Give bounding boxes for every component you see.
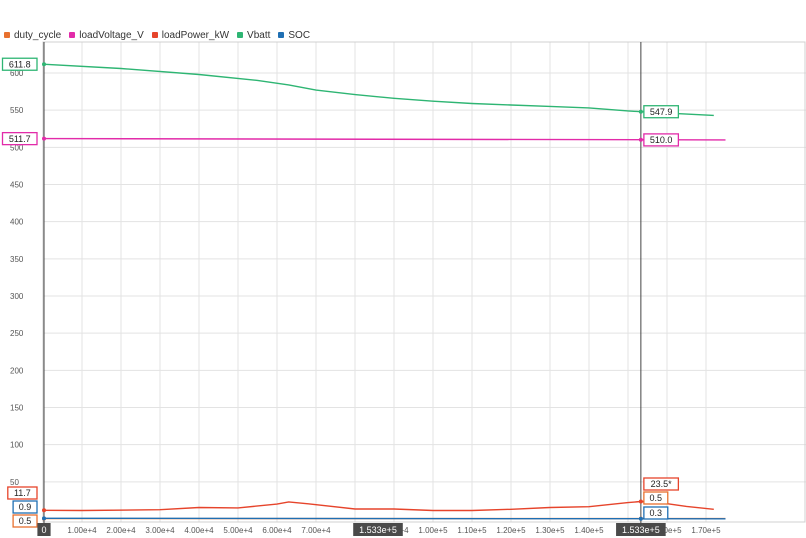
y-tick-label: 400: [10, 218, 24, 227]
x-tick-label: 2.00e+4: [106, 526, 136, 535]
cursor-marker-loadPower_kW: [638, 499, 643, 504]
start-value-loadPower_kW: 11.7: [7, 486, 38, 500]
value-label-text: 0.5: [19, 516, 32, 526]
cursor-x-text: 0: [41, 525, 46, 535]
value-label-text: 511.7: [9, 134, 31, 144]
series-lines: [42, 63, 726, 520]
start-value-SOC: 0.9: [12, 500, 38, 514]
legend-swatch: [69, 32, 76, 38]
value-label-text: 547.9: [650, 107, 673, 117]
y-axis-ticks: 50100150200250300350400450500550600: [10, 69, 24, 487]
series-line-loadVoltage_V: [42, 137, 726, 141]
cursor-marker-loadVoltage_V: [638, 137, 643, 142]
x-axis-ticks: 0 1.00e+4 2.00e+4 3.00e+4 4.00e+4 5.00e+4 6.00…: [37, 523, 721, 536]
legend-swatch: [278, 32, 285, 38]
x-tick-label: 7.00e+4: [301, 526, 331, 535]
y-tick-label: 350: [10, 255, 24, 264]
x-tick-label: 1.30e+5: [535, 526, 565, 535]
legend-item-duty_cycle[interactable]: duty_cycle: [4, 28, 61, 42]
y-tick-label: 300: [10, 292, 24, 301]
x-tick-label: 1.70e+5: [691, 526, 721, 535]
legend-label: Vbatt: [247, 29, 271, 41]
y-tick-label: 200: [10, 366, 24, 375]
chart-plot[interactable]: 50100150200250300350400450500550600 0.50…: [0, 0, 806, 538]
value-label-text: 0.5: [650, 493, 663, 503]
cursor-x-badge-main[interactable]: 1.533e+5: [616, 523, 666, 536]
legend-item-Vbatt[interactable]: Vbatt: [237, 28, 270, 42]
series-line-Vbatt: [42, 63, 714, 117]
legend-swatch: [237, 32, 244, 38]
cursor-x-text: 1.533e+5: [622, 525, 660, 535]
y-tick-label: 150: [10, 404, 24, 413]
start-marker-loadVoltage_V: [42, 136, 46, 141]
start-marker-Vbatt: [42, 62, 46, 67]
legend-item-loadPower_kW[interactable]: loadPower_kW: [151, 28, 230, 42]
value-labels: 0.5 0.5 511.7 510.0 11.7 23.5* 611.8 547.9 0.9 0.…: [1, 57, 680, 528]
legend-label: loadVoltage_V: [79, 29, 144, 41]
x-tick-label: 3.00e+4: [145, 526, 175, 535]
x-tick-label: 1.10e+5: [457, 526, 487, 535]
start-value-loadVoltage_V: 511.7: [1, 131, 38, 146]
legend-swatch: [151, 32, 158, 38]
legend-item-loadVoltage_V[interactable]: loadVoltage_V: [69, 28, 144, 42]
start-value-duty_cycle: 0.5: [12, 514, 38, 528]
x-tick-label: 1.40e+5: [574, 526, 604, 535]
x-tick-label: 1.00e+5: [418, 526, 448, 535]
series-line-loadPower_kW: [42, 500, 714, 512]
legend: duty_cycle loadVoltage_V loadPower_kW Vbatt…: [0, 28, 314, 42]
start-marker-loadPower_kW: [42, 508, 46, 513]
start-value-Vbatt: 611.8: [1, 57, 38, 71]
legend-item-SOC[interactable]: SOC: [278, 28, 310, 42]
y-tick-label: 450: [10, 181, 24, 190]
value-label-text: 510.0: [650, 135, 673, 145]
cursor-marker-SOC: [638, 516, 643, 521]
legend-label: SOC: [288, 29, 311, 41]
y-tick-label: 50: [10, 478, 19, 487]
x-tick-label: 6.00e+4: [262, 526, 292, 535]
x-tick-label: 5.00e+4: [223, 526, 253, 535]
y-tick-label: 250: [10, 329, 24, 338]
value-label-text: 0.9: [19, 502, 32, 512]
cursor-value-Vbatt: 547.9: [643, 105, 680, 119]
value-label-text: 23.5*: [651, 479, 673, 489]
value-label-text: 611.8: [9, 59, 31, 69]
cursor-value-loadPower_kW: 23.5*: [643, 477, 680, 491]
value-label-text: 11.7: [14, 488, 31, 498]
series-line-SOC: [42, 517, 726, 520]
start-marker-SOC: [42, 516, 46, 521]
y-tick-label: 100: [10, 441, 24, 450]
y-tick-label: 550: [10, 106, 24, 115]
legend-swatch: [4, 32, 10, 38]
x-tick-label: 1.00e+4: [67, 526, 97, 535]
cursor-marker-Vbatt: [638, 109, 643, 114]
value-label-text: 0.3: [650, 508, 663, 518]
x-tick-label: 1.20e+5: [496, 526, 526, 535]
cursor-x-badge-drag[interactable]: 1.533e+5: [353, 523, 403, 536]
data-cursors[interactable]: [43, 42, 642, 532]
cursor-value-SOC: 0.3: [643, 506, 669, 520]
cursor-x-text: 1.533e+5: [359, 525, 397, 535]
cursor-x-badge-start[interactable]: 0: [37, 523, 51, 536]
cursor-value-loadVoltage_V: 510.0: [643, 133, 680, 147]
x-tick-label: 4.00e+4: [184, 526, 214, 535]
cursor-value-duty_cycle: 0.5: [643, 491, 669, 505]
legend-label: loadPower_kW: [161, 29, 230, 41]
legend-label: duty_cycle: [14, 29, 62, 41]
